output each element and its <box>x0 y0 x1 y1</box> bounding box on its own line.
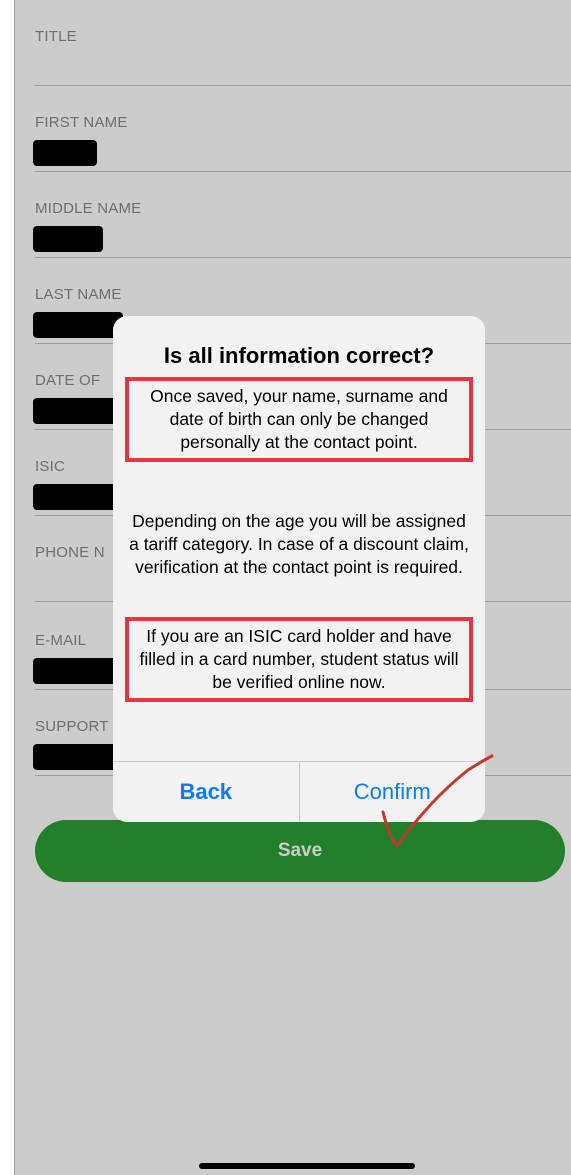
app-screen: TITLE FIRST NAME MIDDLE NAME LAST NAME D… <box>14 0 571 1175</box>
dialog-message-isic: If you are an ISIC card holder and have … <box>125 617 473 702</box>
dialog-message-name-change: Once saved, your name, surname and date … <box>125 377 473 462</box>
dialog-actions: Back Confirm <box>113 761 485 822</box>
dialog-message-tariff: Depending on the age you will be assigne… <box>129 511 469 577</box>
confirmation-dialog: Is all information correct? Once saved, … <box>113 316 485 822</box>
confirm-button[interactable]: Confirm <box>300 762 486 822</box>
dialog-title: Is all information correct? <box>163 343 435 368</box>
back-button[interactable]: Back <box>113 762 300 822</box>
